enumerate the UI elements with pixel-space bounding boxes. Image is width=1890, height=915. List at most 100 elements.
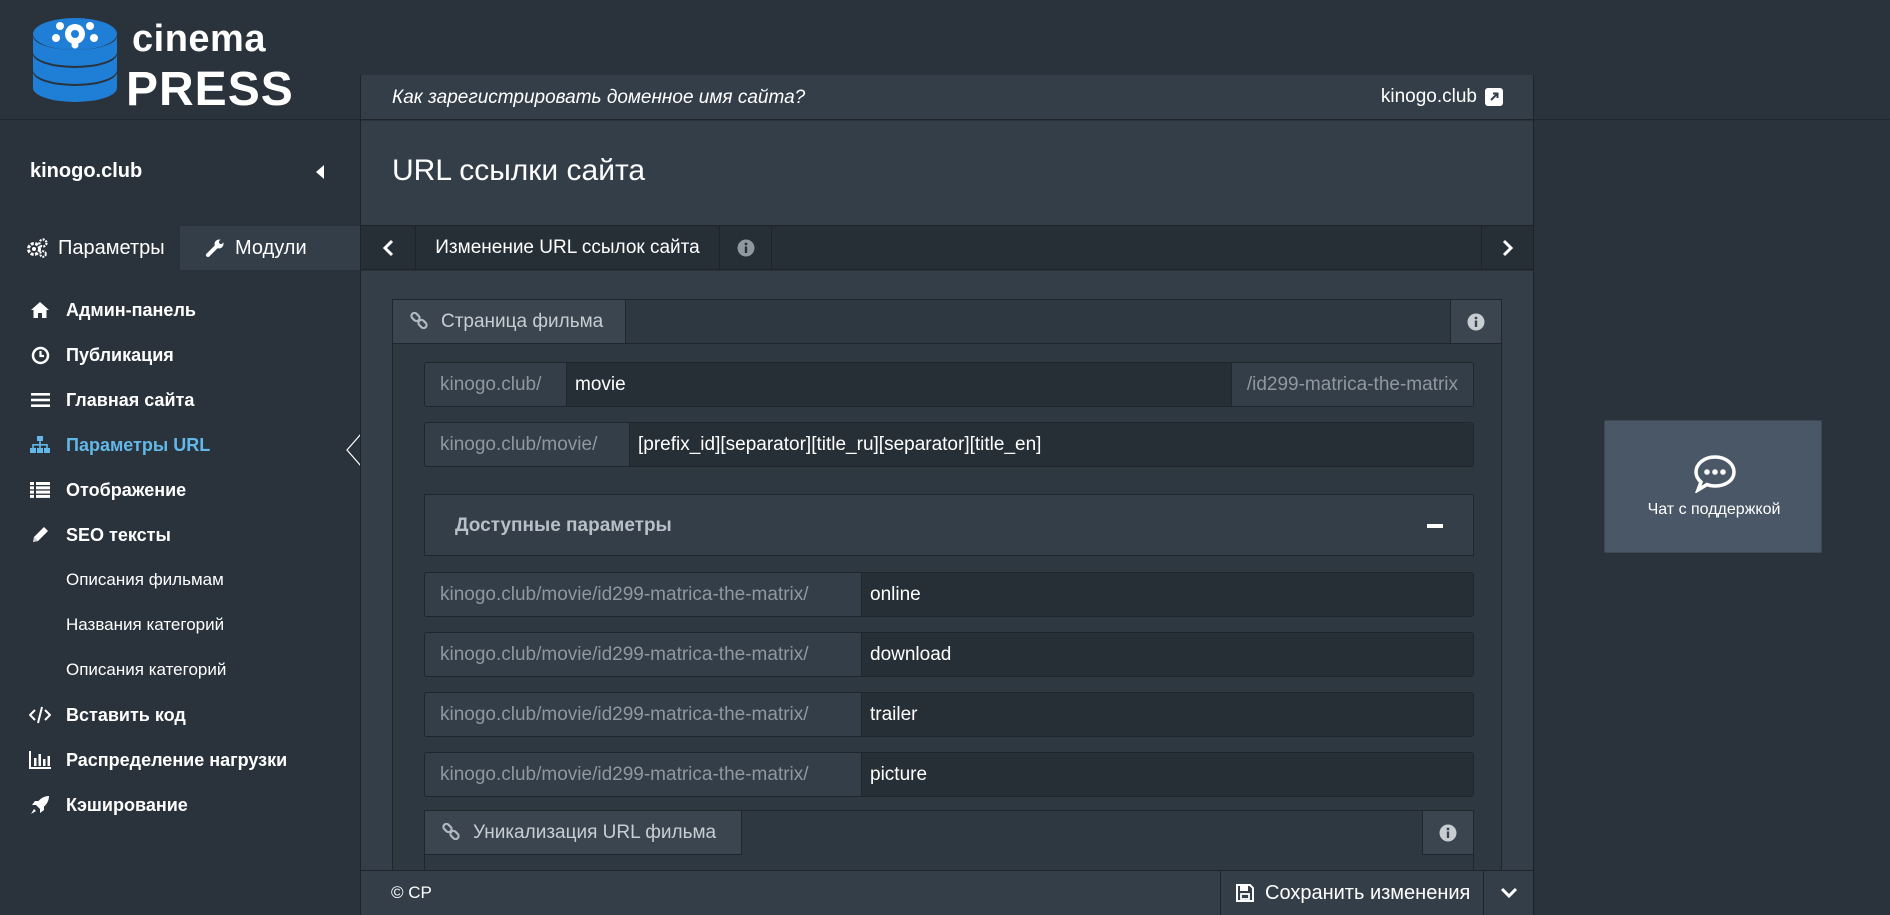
subpage-online-group: kinogo.club/movie/id299-matrica-the-matr… bbox=[424, 572, 1474, 617]
film-reel-logo-icon bbox=[33, 18, 117, 102]
sidebar-subitem-movie-descriptions[interactable]: Описания фильмам bbox=[66, 560, 224, 600]
sidebar-item-seo-texts[interactable]: SEO тексты bbox=[0, 515, 171, 555]
movie-page-panel-tab[interactable]: Страница фильма bbox=[392, 299, 626, 344]
sidebar-item-display[interactable]: Отображение bbox=[0, 470, 186, 510]
sidebar-item-label: Кэширование bbox=[66, 794, 188, 815]
table-list-icon bbox=[28, 478, 52, 502]
sidebar-item-label: Описания фильмам bbox=[66, 570, 224, 589]
sidebar-item-label: Главная сайта bbox=[66, 389, 195, 410]
sidebar-item-insert-code[interactable]: Вставить код bbox=[0, 695, 186, 735]
movie-pattern-addon: kinogo.club/movie/ bbox=[425, 423, 630, 466]
tab-modules[interactable]: Модули bbox=[180, 226, 360, 270]
home-icon bbox=[28, 298, 52, 322]
movie-prefix-suffix: /id299-matrica-the-matrix bbox=[1230, 363, 1473, 406]
subpage-addon: kinogo.club/movie/id299-matrica-the-matr… bbox=[425, 753, 862, 796]
sidebar-tabs: Параметры Модули bbox=[0, 226, 360, 270]
chevron-right-icon bbox=[1502, 239, 1513, 256]
cinemapress-logo[interactable]: cinema PRESS bbox=[30, 10, 293, 116]
sidebar-item-publication[interactable]: Публикация bbox=[0, 335, 174, 375]
external-link-icon bbox=[1485, 88, 1503, 106]
sidebar-item-home-page[interactable]: Главная сайта bbox=[0, 380, 194, 420]
subpage-trailer-group: kinogo.club/movie/id299-matrica-the-matr… bbox=[424, 692, 1474, 737]
url-uniqueness-panel: Уникализация URL фильма bbox=[424, 810, 1474, 871]
list-icon bbox=[28, 388, 52, 412]
available-params-box[interactable]: Доступные параметры bbox=[424, 494, 1474, 556]
movie-prefix-addon: kinogo.club/ bbox=[425, 363, 567, 406]
collapse-minus-icon[interactable] bbox=[1427, 524, 1443, 528]
chevron-left-icon bbox=[382, 239, 394, 256]
breadcrumb-info-button[interactable] bbox=[720, 226, 772, 269]
gears-icon bbox=[27, 238, 48, 258]
main-topbar: Как зарегистрировать доменное имя сайта?… bbox=[361, 75, 1533, 120]
chat-bubble-icon bbox=[1694, 455, 1736, 493]
sidebar-item-caching[interactable]: Кэширование bbox=[0, 785, 188, 825]
breadcrumb: Изменение URL ссылок сайта bbox=[361, 225, 1533, 270]
chevron-down-icon bbox=[1500, 887, 1517, 899]
sidebar-subitem-category-names[interactable]: Названия категорий bbox=[66, 605, 224, 645]
url-uniqueness-title: Уникализация URL фильма bbox=[473, 821, 717, 843]
sidebar: kinogo.club Параметры Модули Админ-панел… bbox=[0, 120, 360, 915]
info-icon bbox=[1467, 313, 1485, 330]
tab-modules-label: Модули bbox=[235, 236, 307, 259]
caret-left-icon[interactable] bbox=[316, 165, 324, 179]
support-chat-widget[interactable]: Чат с поддержкой bbox=[1604, 420, 1822, 553]
page-title: URL ссылки сайта bbox=[392, 154, 646, 187]
movie-pattern-input[interactable]: [prefix_id][separator][title_ru][separat… bbox=[630, 423, 1473, 466]
main-footer: © CP Сохранить изменения bbox=[361, 870, 1533, 915]
content-area[interactable]: Страница фильма kinogo.club/ movie /id29… bbox=[361, 271, 1533, 871]
site-domain-link[interactable]: kinogo.club bbox=[1381, 86, 1503, 108]
sidebar-item-label: Админ-панель bbox=[66, 299, 196, 320]
prev-section-button[interactable] bbox=[361, 226, 416, 269]
info-icon bbox=[737, 239, 754, 256]
subpage-addon: kinogo.club/movie/id299-matrica-the-matr… bbox=[425, 633, 862, 676]
sidebar-item-label: Названия категорий bbox=[66, 615, 225, 634]
subpage-addon: kinogo.club/movie/id299-matrica-the-matr… bbox=[425, 573, 862, 616]
tab-parameters[interactable]: Параметры bbox=[0, 226, 178, 270]
sidebar-item-admin-panel[interactable]: Админ-панель bbox=[0, 290, 196, 330]
sidebar-item-label: Публикация bbox=[66, 344, 174, 365]
next-section-button[interactable] bbox=[1481, 226, 1533, 269]
movie-prefix-input[interactable]: movie bbox=[567, 363, 1231, 406]
floppy-disk-icon bbox=[1236, 884, 1254, 902]
sidebar-item-label: SEO тексты bbox=[66, 524, 171, 545]
site-name: kinogo.club bbox=[30, 160, 143, 182]
url-uniqueness-info-button[interactable] bbox=[1422, 810, 1474, 855]
rocket-icon bbox=[28, 793, 52, 817]
sidebar-item-load-balancing[interactable]: Распределение нагрузки bbox=[0, 740, 287, 780]
movie-prefix-group: kinogo.club/ movie /id299-matrica-the-ma… bbox=[424, 362, 1474, 407]
sidebar-subitem-category-descriptions[interactable]: Описания категорий bbox=[66, 650, 226, 690]
link-icon bbox=[410, 311, 428, 329]
logo-word-cinema: cinema bbox=[132, 18, 266, 60]
clock-icon bbox=[28, 343, 52, 367]
save-changes-label: Сохранить изменения bbox=[1265, 881, 1471, 904]
movie-page-info-button[interactable] bbox=[1450, 299, 1502, 344]
movie-page-panel: Страница фильма kinogo.club/ movie /id29… bbox=[392, 299, 1502, 871]
sitemap-icon bbox=[28, 433, 52, 457]
sidebar-item-label: Описания категорий bbox=[66, 660, 227, 679]
save-changes-button[interactable]: Сохранить изменения bbox=[1220, 871, 1483, 915]
support-chat-label: Чат с поддержкой bbox=[1647, 501, 1781, 518]
url-uniqueness-tab[interactable]: Уникализация URL фильма bbox=[424, 810, 742, 855]
site-switcher[interactable]: kinogo.club bbox=[0, 120, 360, 226]
domain-help-link[interactable]: Как зарегистрировать доменное имя сайта? bbox=[392, 87, 805, 109]
subpage-download-input[interactable]: download bbox=[862, 633, 1473, 676]
available-params-title: Доступные параметры bbox=[455, 515, 672, 536]
tab-parameters-label: Параметры bbox=[58, 236, 165, 259]
subpage-trailer-input[interactable]: trailer bbox=[862, 693, 1473, 736]
bar-chart-icon bbox=[28, 748, 52, 772]
breadcrumb-label: Изменение URL ссылок сайта bbox=[416, 226, 720, 269]
subpage-online-input[interactable]: online bbox=[862, 573, 1473, 616]
copyright-text: © CP bbox=[391, 883, 432, 902]
sidebar-item-label: Распределение нагрузки bbox=[66, 749, 288, 770]
wrench-icon bbox=[206, 239, 224, 257]
subpage-download-group: kinogo.club/movie/id299-matrica-the-matr… bbox=[424, 632, 1474, 677]
page-header: URL ссылки сайта bbox=[361, 121, 1533, 225]
sidebar-item-url-params[interactable]: Параметры URL bbox=[0, 425, 210, 465]
subpage-addon: kinogo.club/movie/id299-matrica-the-matr… bbox=[425, 693, 862, 736]
footer-toggle-button[interactable] bbox=[1483, 871, 1533, 915]
info-icon bbox=[1439, 824, 1457, 841]
panel-divider bbox=[625, 343, 1451, 344]
site-domain-label: kinogo.club bbox=[1380, 86, 1477, 107]
subpage-picture-input[interactable]: picture bbox=[862, 753, 1473, 796]
link-icon bbox=[442, 822, 460, 840]
